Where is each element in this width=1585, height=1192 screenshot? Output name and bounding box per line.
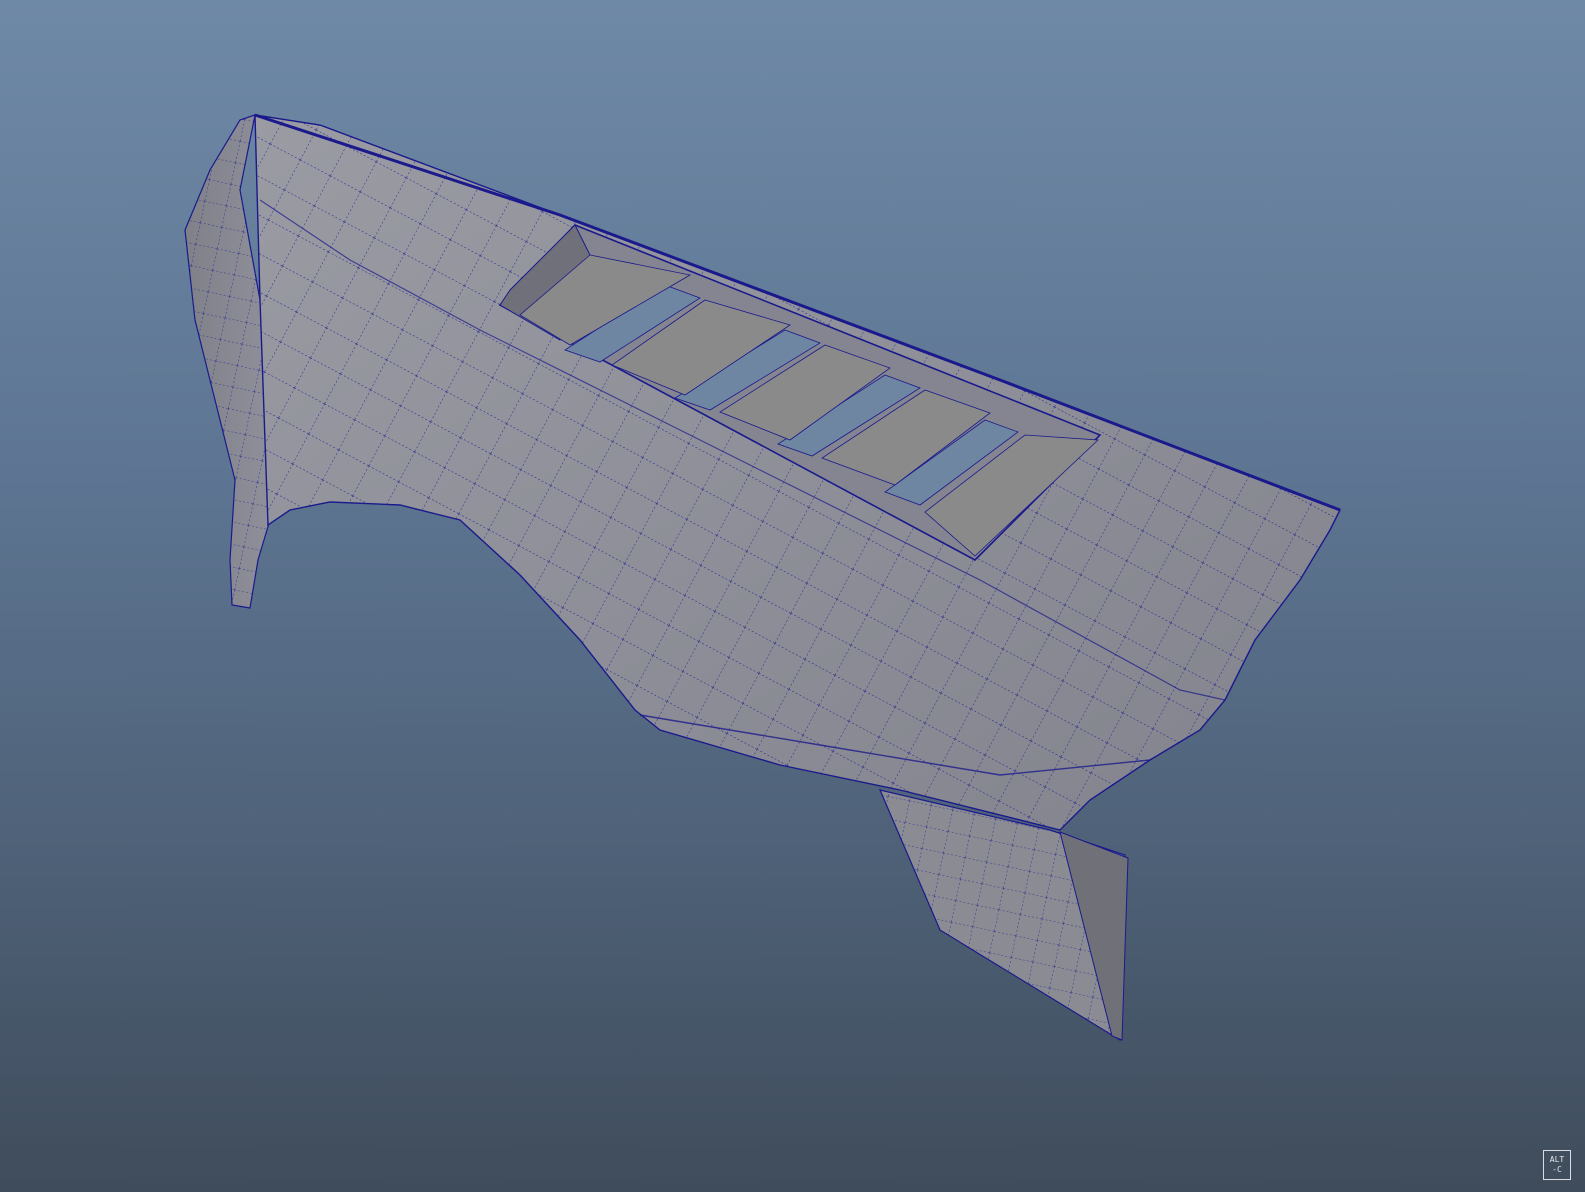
badge-line-1: ALT	[1549, 1155, 1565, 1164]
alt-c-watermark-logo: ALT -C	[1543, 1150, 1571, 1180]
3d-viewport[interactable]: ALT -C	[0, 0, 1585, 1192]
mesh-render[interactable]	[0, 0, 1585, 1192]
rear-flap-panel[interactable]	[878, 789, 1129, 1042]
fender-body[interactable]	[254, 113, 1341, 831]
badge-line-2: -C	[1552, 1165, 1562, 1174]
